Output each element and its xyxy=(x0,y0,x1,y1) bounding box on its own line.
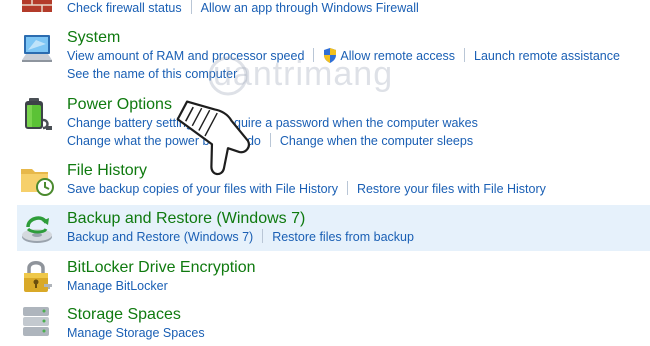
system-title[interactable]: System xyxy=(67,28,120,48)
manage-storage-spaces-link[interactable]: Manage Storage Spaces xyxy=(67,326,205,340)
require-password-wake-link[interactable]: Require a password when the computer wak… xyxy=(218,116,478,130)
check-firewall-status-link[interactable]: Check firewall status xyxy=(67,1,182,15)
link-separator xyxy=(464,48,466,62)
storage-spaces-title[interactable]: Storage Spaces xyxy=(67,305,181,325)
firewall-icon xyxy=(18,0,56,16)
backup-restore-icon xyxy=(18,209,56,247)
restore-files-file-history-link[interactable]: Restore your files with File History xyxy=(357,182,546,196)
launch-remote-assistance-link[interactable]: Launch remote assistance xyxy=(474,49,620,63)
link-separator xyxy=(269,133,271,147)
file-history-icon xyxy=(18,160,56,198)
manage-bitlocker-link[interactable]: Manage BitLocker xyxy=(67,279,168,293)
backup-restore-windows7-link[interactable]: Backup and Restore (Windows 7) xyxy=(67,230,253,244)
restore-files-from-backup-link[interactable]: Restore files from backup xyxy=(272,230,414,244)
backup-restore-title[interactable]: Backup and Restore (Windows 7) xyxy=(67,209,305,229)
link-separator xyxy=(208,115,210,129)
save-backup-copies-link[interactable]: Save backup copies of your files with Fi… xyxy=(67,182,338,196)
link-separator xyxy=(190,0,192,14)
power-options-title[interactable]: Power Options xyxy=(67,95,172,115)
storage-spaces-icon xyxy=(18,303,56,341)
link-separator xyxy=(262,229,264,243)
change-power-buttons-link[interactable]: Change what the power buttons do xyxy=(67,134,261,148)
system-computer-icon xyxy=(18,30,56,68)
bitlocker-title[interactable]: BitLocker Drive Encryption xyxy=(67,258,256,278)
watermark-text: uantrimang xyxy=(213,55,394,93)
power-battery-icon xyxy=(18,96,56,134)
see-computer-name-link[interactable]: See the name of this computer xyxy=(67,67,237,81)
link-separator xyxy=(346,181,348,195)
file-history-title[interactable]: File History xyxy=(67,161,147,181)
change-sleep-time-link[interactable]: Change when the computer sleeps xyxy=(280,134,473,148)
allow-app-through-firewall-link[interactable]: Allow an app through Windows Firewall xyxy=(201,1,419,15)
bitlocker-padlock-icon xyxy=(18,258,56,296)
change-battery-settings-link[interactable]: Change battery settings xyxy=(67,116,199,130)
